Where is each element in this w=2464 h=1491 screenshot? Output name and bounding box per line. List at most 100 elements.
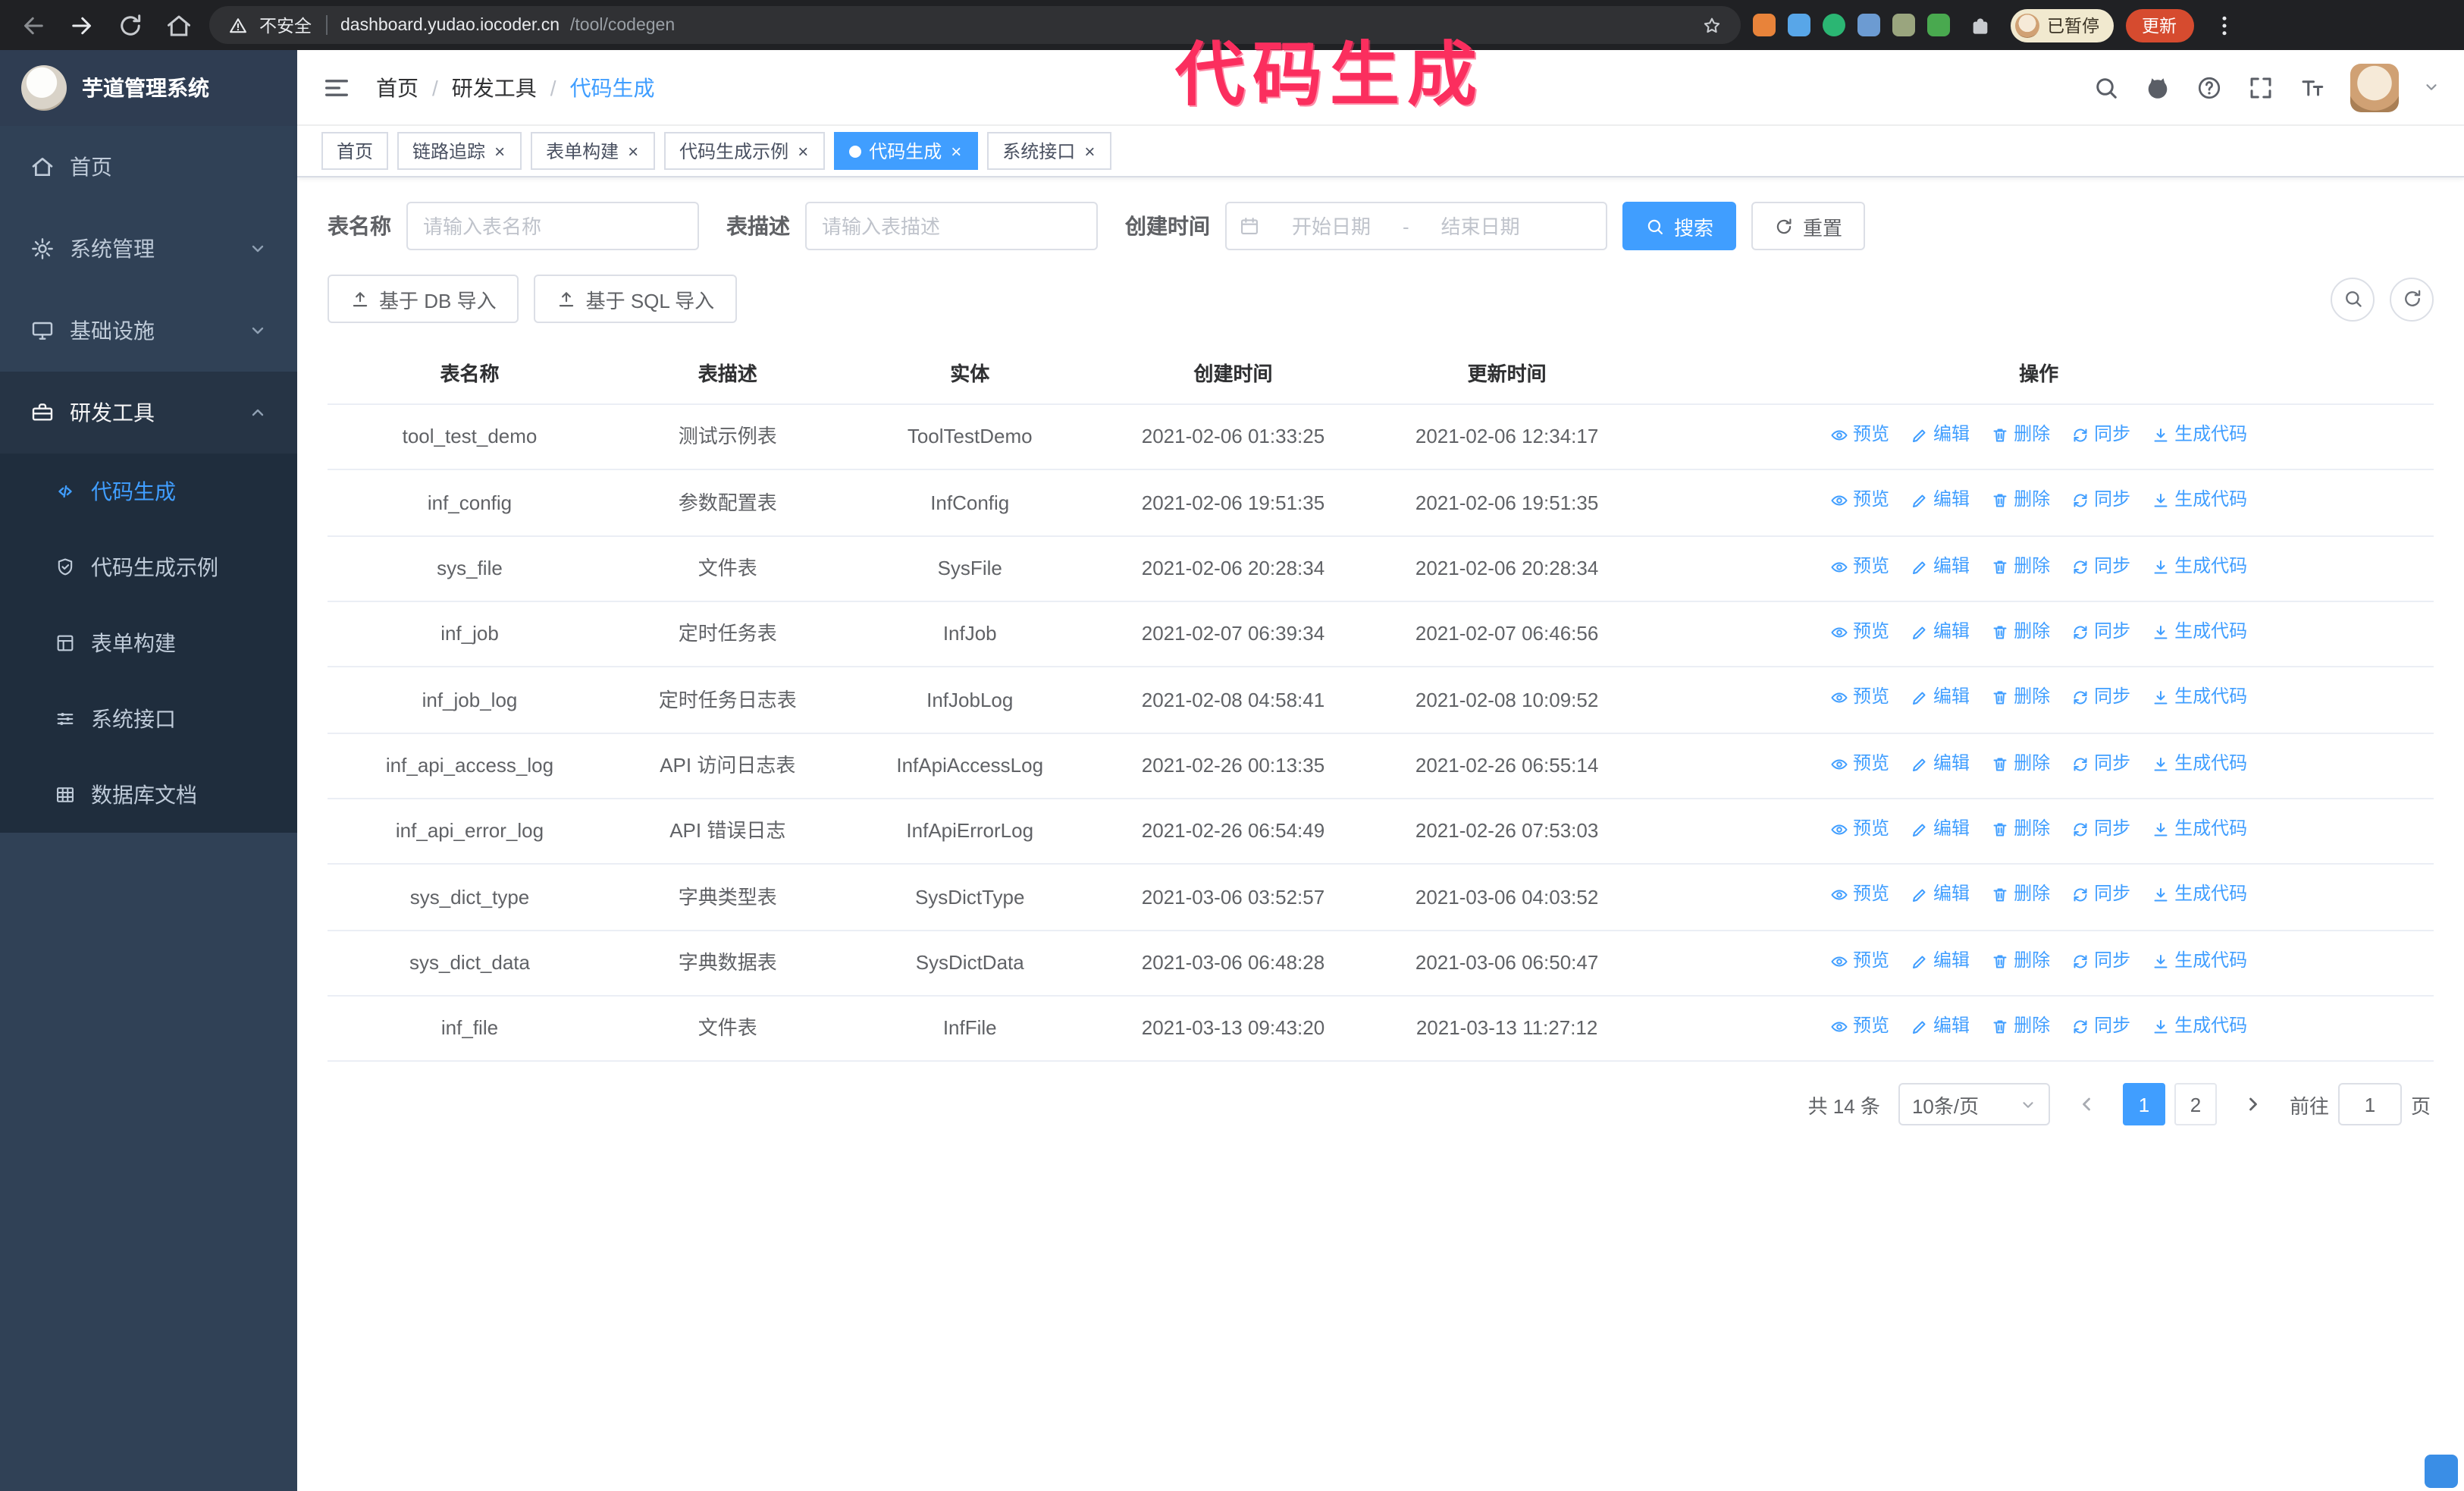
browser-reload-button[interactable] (112, 7, 149, 43)
sync-link[interactable]: 同步 (2071, 749, 2130, 779)
delete-link[interactable]: 删除 (1991, 1012, 2050, 1042)
generate-link[interactable]: 生成代码 (2152, 486, 2247, 516)
preview-link[interactable]: 预览 (1830, 551, 1889, 582)
close-icon[interactable]: × (1083, 140, 1096, 162)
help-icon[interactable] (2196, 74, 2223, 101)
security-label[interactable]: 不安全 (259, 13, 312, 37)
app-logo[interactable]: 芋道管理系统 (0, 50, 297, 126)
generate-link[interactable]: 生成代码 (2152, 815, 2247, 845)
date-range-picker[interactable]: - (1225, 202, 1607, 250)
preview-link[interactable]: 预览 (1830, 683, 1889, 714)
sync-link[interactable]: 同步 (2071, 880, 2130, 911)
breadcrumb-devtools[interactable]: 研发工具 (452, 72, 537, 102)
edit-link[interactable]: 编辑 (1911, 815, 1970, 845)
generate-link[interactable]: 生成代码 (2152, 1012, 2247, 1042)
delete-link[interactable]: 删除 (1991, 617, 2050, 648)
preview-link[interactable]: 预览 (1830, 420, 1889, 450)
preview-link[interactable]: 预览 (1830, 749, 1889, 779)
generate-link[interactable]: 生成代码 (2152, 749, 2247, 779)
user-avatar[interactable] (2350, 63, 2399, 111)
sidebar-item-system-api[interactable]: 系统接口 (0, 681, 297, 757)
close-icon[interactable]: × (949, 140, 963, 162)
github-icon[interactable] (2144, 74, 2171, 101)
tab-首页[interactable]: 首页 (321, 132, 389, 170)
prev-page-button[interactable] (2068, 1084, 2105, 1126)
reset-button[interactable]: 重置 (1751, 202, 1866, 250)
tab-代码生成示例[interactable]: 代码生成示例 × (664, 132, 826, 170)
browser-forward-button[interactable] (64, 7, 100, 43)
page-1-button[interactable]: 1 (2122, 1083, 2165, 1126)
generate-link[interactable]: 生成代码 (2152, 683, 2247, 714)
refresh-table-button[interactable] (2390, 277, 2434, 321)
extension-green-circle-icon[interactable] (1823, 14, 1845, 36)
delete-link[interactable]: 删除 (1991, 880, 2050, 911)
delete-link[interactable]: 删除 (1991, 749, 2050, 779)
edit-link[interactable]: 编辑 (1911, 617, 1970, 648)
delete-link[interactable]: 删除 (1991, 815, 2050, 845)
address-bar[interactable]: 不安全 dashboard.yudao.iocoder.cn/tool/code… (209, 6, 1741, 44)
sync-link[interactable]: 同步 (2071, 815, 2130, 845)
generate-link[interactable]: 生成代码 (2152, 551, 2247, 582)
tab-代码生成[interactable]: 代码生成 × (834, 132, 979, 170)
edit-link[interactable]: 编辑 (1911, 880, 1970, 911)
breadcrumb-home[interactable]: 首页 (376, 72, 419, 102)
table-desc-input[interactable] (805, 202, 1098, 250)
extension-blue-icon[interactable] (1788, 14, 1810, 36)
extension-orange-icon[interactable] (1753, 14, 1776, 36)
sidebar-item-system[interactable]: 系统管理 (0, 208, 297, 290)
table-name-input[interactable] (406, 202, 699, 250)
sync-link[interactable]: 同步 (2071, 486, 2130, 516)
search-icon[interactable] (2093, 74, 2120, 101)
browser-back-button[interactable] (15, 7, 52, 43)
edit-link[interactable]: 编辑 (1911, 946, 1970, 976)
close-icon[interactable]: × (796, 140, 810, 162)
end-date-input[interactable] (1415, 215, 1546, 237)
edit-link[interactable]: 编辑 (1911, 683, 1970, 714)
toggle-search-button[interactable] (2331, 277, 2375, 321)
delete-link[interactable]: 删除 (1991, 486, 2050, 516)
chevron-down-icon[interactable] (2423, 79, 2440, 96)
sidebar-item-codegen-example[interactable]: 代码生成示例 (0, 529, 297, 605)
import-sql-button[interactable]: 基于 SQL 导入 (534, 275, 738, 323)
sidebar-item-home[interactable]: 首页 (0, 126, 297, 208)
extension-card-icon[interactable] (1892, 14, 1915, 36)
floating-button[interactable] (2425, 1455, 2458, 1488)
sidebar-item-infra[interactable]: 基础设施 (0, 290, 297, 372)
profile-chip[interactable]: 已暂停 (2011, 8, 2113, 42)
preview-link[interactable]: 预览 (1830, 946, 1889, 976)
extension-people-icon[interactable] (1857, 14, 1880, 36)
page-2-button[interactable]: 2 (2174, 1083, 2217, 1126)
generate-link[interactable]: 生成代码 (2152, 617, 2247, 648)
delete-link[interactable]: 删除 (1991, 420, 2050, 450)
delete-link[interactable]: 删除 (1991, 551, 2050, 582)
delete-link[interactable]: 删除 (1991, 946, 2050, 976)
preview-link[interactable]: 预览 (1830, 880, 1889, 911)
sync-link[interactable]: 同步 (2071, 551, 2130, 582)
preview-link[interactable]: 预览 (1830, 815, 1889, 845)
generate-link[interactable]: 生成代码 (2152, 420, 2247, 450)
preview-link[interactable]: 预览 (1830, 617, 1889, 648)
fullscreen-icon[interactable] (2247, 74, 2274, 101)
edit-link[interactable]: 编辑 (1911, 486, 1970, 516)
close-icon[interactable]: × (626, 140, 640, 162)
import-db-button[interactable]: 基于 DB 导入 (328, 275, 519, 323)
tab-链路追踪[interactable]: 链路追踪 × (397, 132, 522, 170)
sidebar-item-codegen[interactable]: 代码生成 (0, 454, 297, 529)
menu-fold-icon[interactable] (321, 72, 352, 102)
extensions-puzzle-icon[interactable] (1962, 7, 1998, 43)
sync-link[interactable]: 同步 (2071, 420, 2130, 450)
preview-link[interactable]: 预览 (1830, 1012, 1889, 1042)
edit-link[interactable]: 编辑 (1911, 1012, 1970, 1042)
start-date-input[interactable] (1266, 215, 1397, 237)
goto-page-input[interactable] (2337, 1083, 2402, 1126)
tab-系统接口[interactable]: 系统接口 × (987, 132, 1112, 170)
sidebar-item-db-doc[interactable]: 数据库文档 (0, 757, 297, 833)
extension-leaf-icon[interactable] (1927, 14, 1950, 36)
browser-home-button[interactable] (161, 7, 197, 43)
close-icon[interactable]: × (493, 140, 506, 162)
browser-menu-icon[interactable] (2205, 7, 2242, 43)
sync-link[interactable]: 同步 (2071, 617, 2130, 648)
search-button[interactable]: 搜索 (1622, 202, 1737, 250)
edit-link[interactable]: 编辑 (1911, 749, 1970, 779)
page-size-select[interactable]: 10条/页 (1898, 1083, 2050, 1126)
